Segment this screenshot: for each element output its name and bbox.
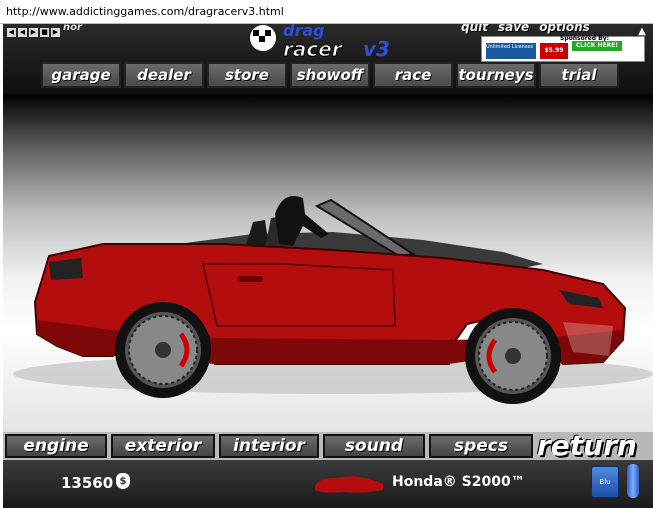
nav-garage[interactable]: garage <box>41 62 121 88</box>
media-controls: ◀ ◀ ▶ ■ ▶ <box>3 24 64 40</box>
sponsor-ad-text <box>572 51 622 60</box>
car-name: Honda® S2000™ <box>392 474 525 490</box>
top-bar: ◀ ◀ ▶ ■ ▶ nor drag racer v3 quit save op… <box>3 24 653 94</box>
main-nav: garage dealer store showoff race tourney… <box>41 62 619 88</box>
url-text: http://www.addictinggames.com/dragracerv… <box>6 5 284 18</box>
forward-icon[interactable]: ▶ <box>51 27 60 37</box>
sponsor-banner[interactable]: Sponsored By: Unlimited Licenses $5.99 C… <box>481 35 645 62</box>
nav-trial[interactable]: trial <box>539 62 619 88</box>
game-window: ◀ ◀ ▶ ■ ▶ nor drag racer v3 quit save op… <box>3 24 653 508</box>
customize-tabs: engine exterior interior sound specs ret… <box>3 432 653 460</box>
sponsor-ad-1[interactable]: Unlimited Licenses <box>486 43 536 59</box>
tab-engine[interactable]: engine <box>5 434 107 458</box>
tab-specs[interactable]: specs <box>429 434 533 458</box>
drag-racer-logo: drag racer v3 <box>248 24 390 60</box>
fuel-can-icon[interactable]: Blu <box>591 466 619 498</box>
prev-icon[interactable]: ◀ <box>18 27 27 37</box>
front-wheel <box>465 308 561 404</box>
browser-url-bar[interactable]: http://www.addictinggames.com/dragracerv… <box>0 0 653 24</box>
tab-sound[interactable]: sound <box>323 434 425 458</box>
nos-bottle-icon[interactable] <box>627 464 639 498</box>
nav-showoff[interactable]: showoff <box>290 62 370 88</box>
car-silhouette-icon <box>315 476 383 493</box>
rear-wheel <box>115 302 211 398</box>
play-icon[interactable]: ▶ <box>29 27 38 37</box>
money-amount: 13560 <box>61 474 114 492</box>
car-graphic <box>13 196 653 404</box>
tab-exterior[interactable]: exterior <box>111 434 215 458</box>
status-bar: 13560 $ Honda® S2000™ Blu <box>3 460 653 508</box>
nav-store[interactable]: store <box>207 62 287 88</box>
return-button[interactable]: return <box>537 432 637 460</box>
media-track-label: nor <box>63 24 82 33</box>
car-showroom <box>3 94 653 432</box>
svg-text:racer: racer <box>283 37 343 60</box>
nav-race[interactable]: race <box>373 62 453 88</box>
stop-icon[interactable]: ■ <box>40 27 49 37</box>
sponsor-click-here[interactable]: CLICK HERE! <box>572 41 622 51</box>
options-button[interactable]: options <box>539 24 590 34</box>
money-bag-icon: $ <box>116 473 130 489</box>
top-menu: quit save options <box>461 24 590 34</box>
sponsor-ad-price[interactable]: $5.99 <box>540 43 568 59</box>
rewind-icon[interactable]: ◀ <box>7 27 16 37</box>
svg-text:v3: v3 <box>363 37 390 60</box>
tab-interior[interactable]: interior <box>219 434 319 458</box>
quit-button[interactable]: quit <box>461 24 488 34</box>
nav-tourneys[interactable]: tourneys <box>456 62 536 88</box>
scroll-up-icon[interactable]: ▲ <box>635 26 649 37</box>
save-button[interactable]: save <box>498 24 529 34</box>
nav-dealer[interactable]: dealer <box>124 62 204 88</box>
